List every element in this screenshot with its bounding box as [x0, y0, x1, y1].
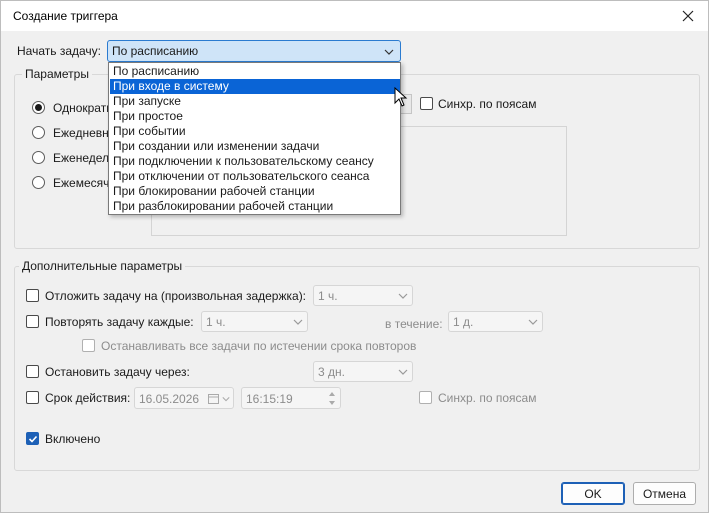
chevron-down-icon — [384, 49, 394, 55]
duration-select[interactable]: 1 д. — [448, 311, 543, 332]
dropdown-option[interactable]: При разблокировании рабочей станции — [110, 199, 400, 214]
dropdown-option[interactable]: При создании или изменении задачи — [110, 139, 400, 154]
dropdown-option[interactable]: При событии — [110, 124, 400, 139]
stop-after-label: Остановить задачу через: — [45, 365, 190, 379]
expire-date-value: 16.05.2026 — [139, 392, 200, 406]
left-edge-strip — [1, 201, 5, 261]
close-icon — [682, 10, 694, 22]
sync-timezones-label: Синхр. по поясам — [438, 97, 537, 111]
radio-monthly[interactable] — [32, 176, 45, 189]
expire-time-value: 16:15:19 — [246, 392, 293, 406]
stop-after-checkbox[interactable] — [26, 365, 39, 378]
chevron-down-icon — [398, 369, 408, 375]
expire-date-picker[interactable]: 16.05.2026 — [134, 387, 234, 409]
begin-task-select[interactable]: По расписанию — [107, 40, 401, 62]
delay-select[interactable]: 1 ч. — [313, 285, 413, 306]
duration-value: 1 д. — [453, 315, 474, 329]
chevron-down-icon — [293, 319, 303, 325]
create-trigger-dialog: Создание триггера Начать задачу: По расп… — [0, 0, 709, 513]
radio-monthly-label: Ежемесяч — [53, 176, 110, 190]
checkmark-icon — [28, 435, 38, 443]
radio-daily[interactable] — [32, 126, 45, 139]
begin-task-dropdown-list: По расписанию При входе в систему При за… — [108, 62, 401, 215]
expire-checkbox[interactable] — [26, 391, 39, 404]
radio-weekly[interactable] — [32, 151, 45, 164]
spin-down-icon — [329, 401, 335, 405]
chevron-down-icon — [398, 293, 408, 299]
stop-after-select[interactable]: 3 дн. — [313, 361, 413, 382]
sync-timezones-checkbox[interactable] — [420, 97, 433, 110]
expire-sync-label: Синхр. по поясам — [438, 391, 537, 405]
duration-label: в течение: — [385, 317, 443, 331]
ok-button-label: OK — [584, 486, 602, 501]
repeat-select[interactable]: 1 ч. — [201, 311, 308, 332]
radio-once[interactable] — [32, 101, 45, 114]
dropdown-option[interactable]: По расписанию — [110, 64, 400, 79]
delay-label: Отложить задачу на (произвольная задержк… — [45, 289, 307, 303]
chevron-down-icon — [222, 397, 230, 402]
dropdown-option-highlighted[interactable]: При входе в систему — [110, 79, 400, 94]
stop-all-checkbox[interactable] — [82, 339, 95, 352]
expire-time-picker[interactable]: 16:15:19 — [241, 387, 341, 409]
enabled-checkbox[interactable] — [26, 432, 39, 445]
delay-checkbox[interactable] — [26, 289, 39, 302]
radio-weekly-label: Еженедель — [53, 151, 116, 165]
dropdown-option[interactable]: При подключении к пользовательскому сеан… — [110, 154, 400, 169]
radio-once-label: Однократн — [53, 101, 113, 115]
stop-all-label: Останавливать все задачи по истечении ср… — [101, 339, 417, 353]
title-bar: Создание триггера — [1, 1, 708, 31]
enabled-label: Включено — [45, 432, 101, 446]
cancel-button-label: Отмена — [642, 486, 687, 501]
dropdown-option[interactable]: При блокировании рабочей станции — [110, 184, 400, 199]
delay-value: 1 ч. — [318, 289, 338, 303]
calendar-icon — [208, 394, 219, 404]
advanced-group-title: Дополнительные параметры — [19, 259, 186, 273]
ok-button[interactable]: OK — [561, 482, 625, 505]
spin-up-icon — [329, 392, 335, 396]
dropdown-option[interactable]: При запуске — [110, 94, 400, 109]
mouse-cursor-icon — [394, 87, 408, 107]
dropdown-option[interactable]: При простое — [110, 109, 400, 124]
dropdown-option[interactable]: При отключении от пользовательского сеан… — [110, 169, 400, 184]
cancel-button[interactable]: Отмена — [633, 482, 696, 505]
expire-label: Срок действия: — [45, 391, 131, 405]
begin-task-value: По расписанию — [112, 44, 199, 58]
radio-daily-label: Ежедневно — [53, 126, 116, 140]
expire-sync-checkbox[interactable] — [419, 391, 432, 404]
window-title: Создание триггера — [13, 9, 118, 23]
stop-after-value: 3 дн. — [318, 365, 345, 379]
repeat-value: 1 ч. — [206, 315, 226, 329]
close-button[interactable] — [674, 3, 702, 29]
repeat-label: Повторять задачу каждые: — [45, 315, 194, 329]
params-group-title: Параметры — [22, 67, 92, 81]
repeat-checkbox[interactable] — [26, 315, 39, 328]
chevron-down-icon — [528, 319, 538, 325]
begin-task-label: Начать задачу: — [17, 44, 101, 58]
